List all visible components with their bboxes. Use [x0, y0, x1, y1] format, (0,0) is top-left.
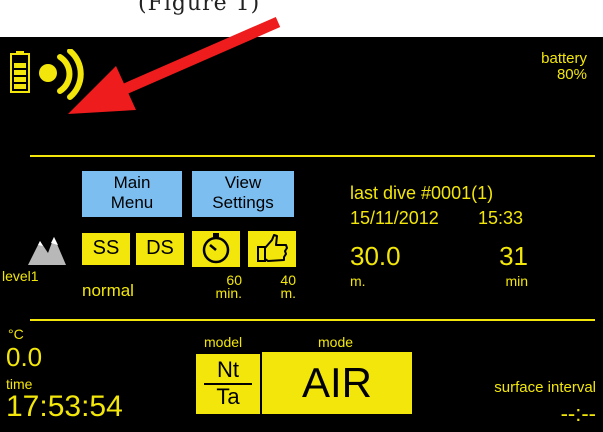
red-arrow-annotation — [68, 16, 281, 114]
